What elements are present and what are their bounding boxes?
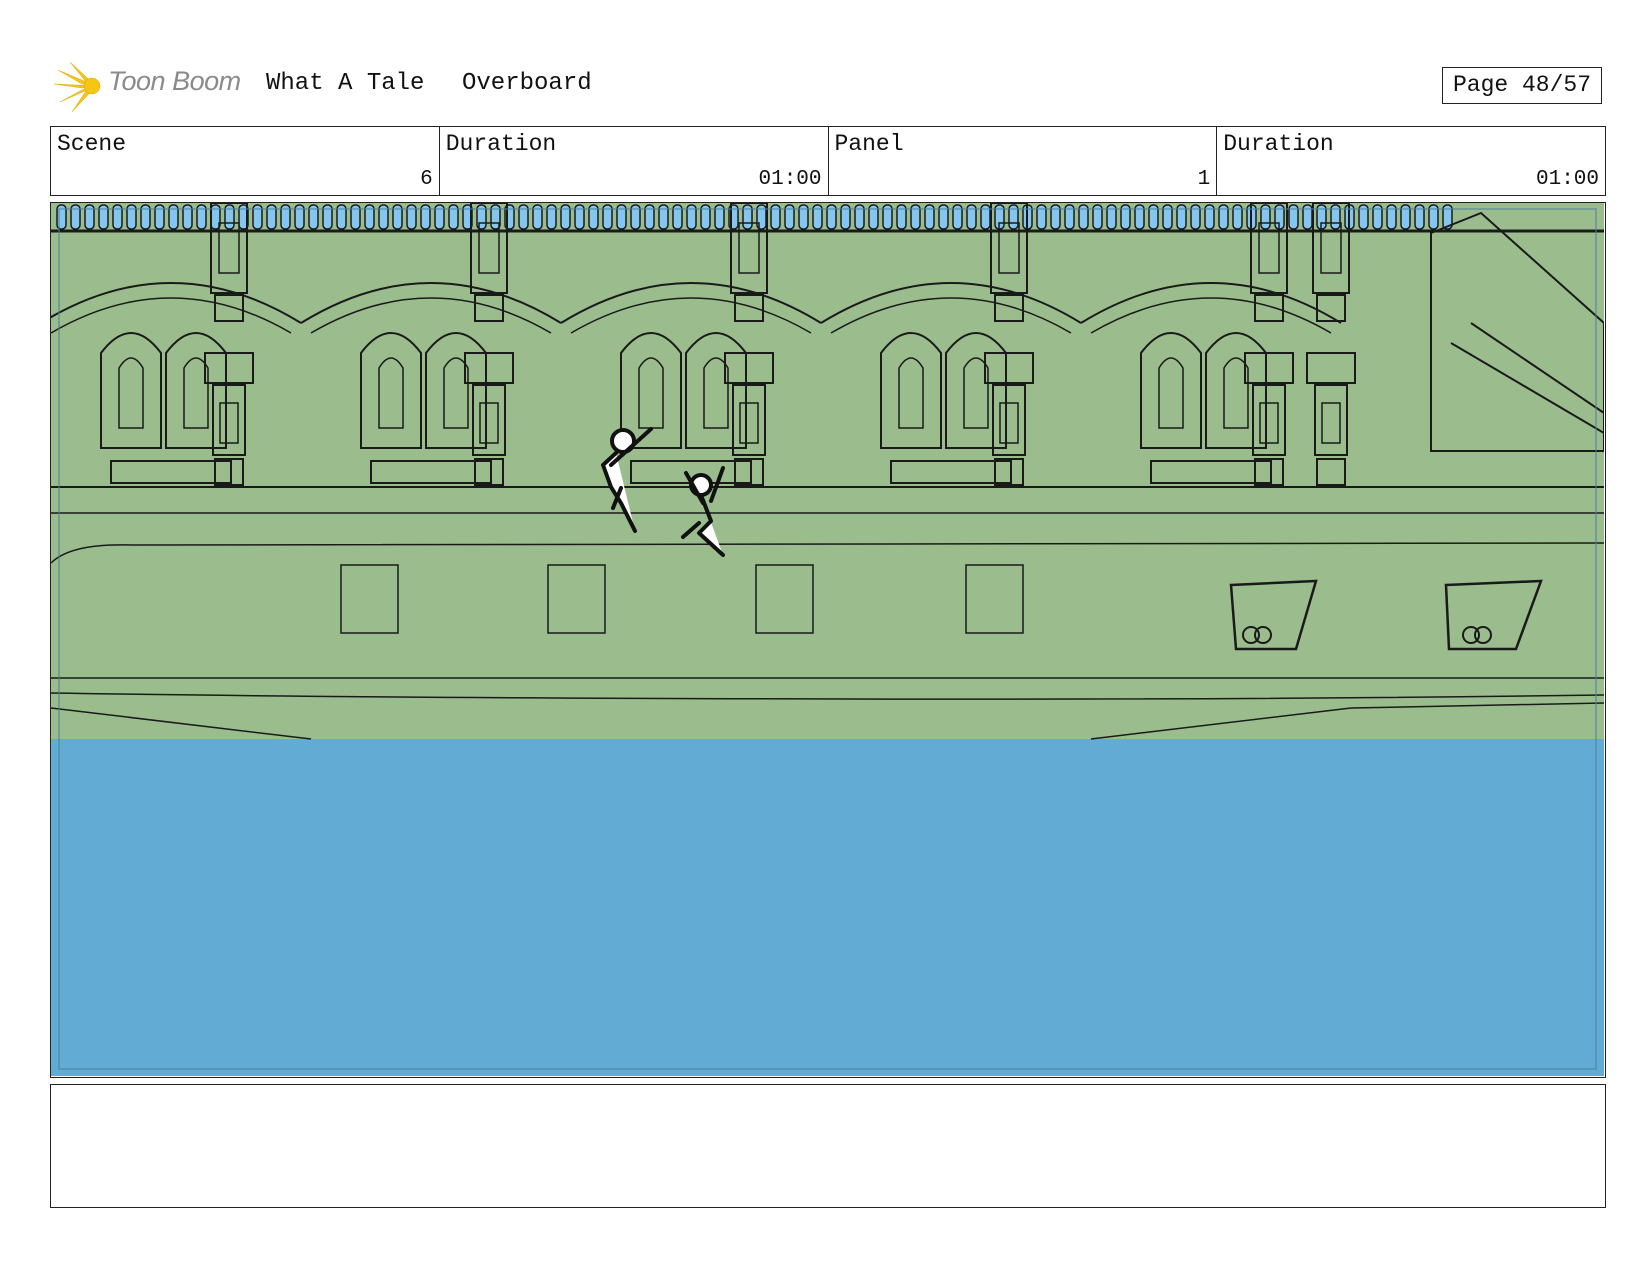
- scene-value: 6: [420, 168, 433, 191]
- scene-info-table: Scene 6 Duration 01:00 Panel 1 Duration …: [50, 126, 1606, 196]
- panel-duration-cell: Duration 01:00: [1217, 127, 1605, 195]
- scene-duration-label: Duration: [445, 131, 557, 157]
- scene-duration-value: 01:00: [758, 168, 822, 191]
- panel-duration-label: Duration: [1223, 131, 1334, 157]
- panel-notes: [50, 1084, 1606, 1208]
- starburst-icon: [53, 61, 101, 113]
- scene-label: Scene: [57, 131, 127, 157]
- panel-duration-value: 01:00: [1535, 168, 1599, 191]
- storyboard-panel: [50, 202, 1606, 1078]
- project-title: What A Tale: [266, 70, 425, 97]
- ship-hull: [51, 203, 1604, 751]
- toon-boom-logo: Toon Boom: [52, 58, 252, 114]
- logo-wordmark: Toon Boom: [108, 66, 241, 96]
- panel-value: 1: [1197, 168, 1211, 191]
- ship-scene-illustration: [51, 203, 1604, 1076]
- water: [51, 739, 1604, 1076]
- scene-duration-cell: Duration 01:00: [440, 127, 829, 195]
- panel-cell: Panel 1: [829, 127, 1218, 195]
- sequence-title: Overboard: [462, 70, 592, 97]
- page-indicator: Page 48/57: [1442, 67, 1602, 104]
- scene-cell: Scene 6: [51, 127, 440, 195]
- panel-label: Panel: [834, 131, 904, 157]
